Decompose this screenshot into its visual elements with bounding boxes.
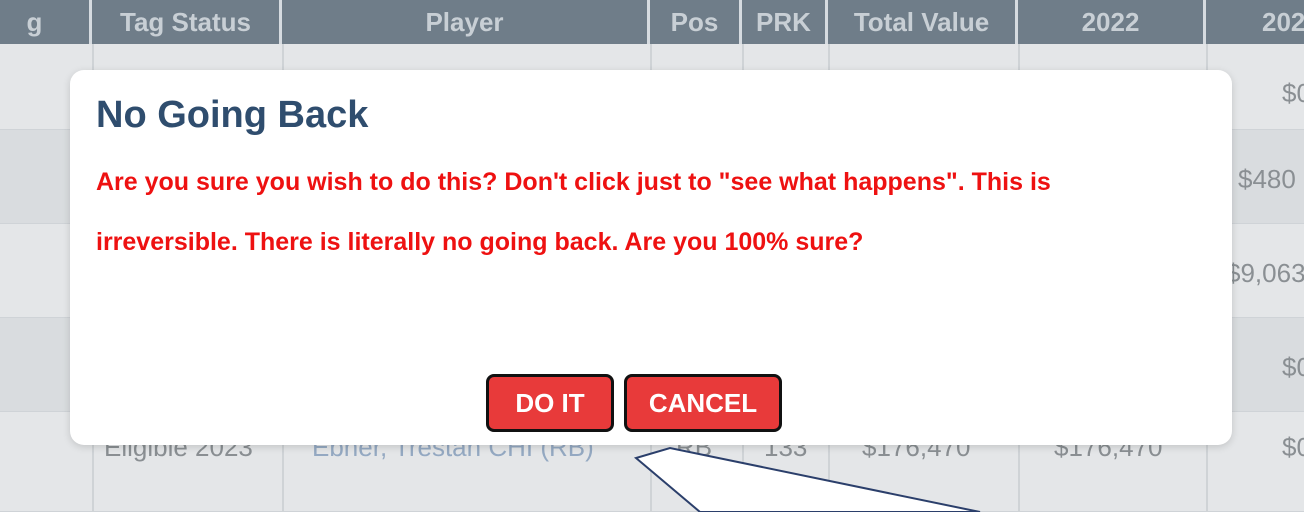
dialog-warning-message: Are you sure you wish to do this? Don't … [96, 168, 1051, 256]
table-header-row: g Tag Status Player Pos PRK Total Value … [0, 0, 1304, 44]
cell-value: $9,063 [1226, 258, 1304, 288]
column-header-2022[interactable]: 2022 [1018, 0, 1206, 44]
screen: g Tag Status Player Pos PRK Total Value … [0, 0, 1304, 512]
column-header-tag-status[interactable]: Tag Status [92, 0, 282, 44]
dialog-title: No Going Back [96, 94, 369, 136]
do-it-button[interactable]: DO IT [486, 374, 614, 432]
cell-value: $0 [1282, 352, 1304, 382]
cell-value: $480 [1238, 164, 1296, 194]
cancel-button[interactable]: CANCEL [624, 374, 782, 432]
column-header-prk[interactable]: PRK [742, 0, 828, 44]
confirm-dialog: No Going Back Are you sure you wish to d… [70, 70, 1232, 445]
column-header-player[interactable]: Player [282, 0, 650, 44]
cell-value: $0 [1282, 78, 1304, 108]
column-header-2023[interactable]: 202 [1206, 0, 1304, 44]
column-header-pos[interactable]: Pos [650, 0, 742, 44]
cell-2023-value: $0 [1282, 432, 1304, 462]
column-header: g [0, 0, 92, 44]
column-header-total-value[interactable]: Total Value [828, 0, 1018, 44]
